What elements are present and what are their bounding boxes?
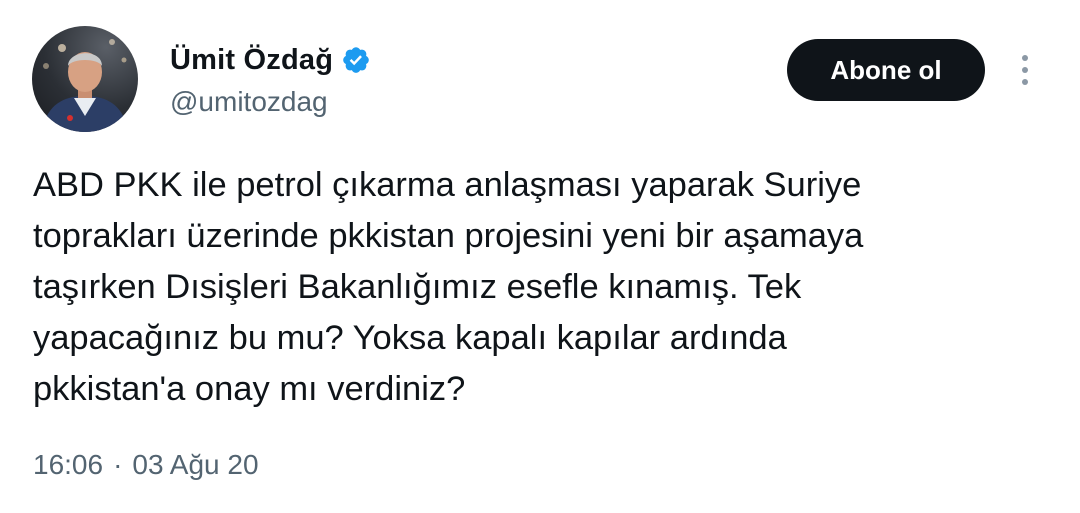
tweet-text: ABD PKK ile petrol çıkarma anlaşması yap… <box>33 166 864 408</box>
avatar[interactable] <box>32 26 138 132</box>
follow-button[interactable]: Abone ol <box>787 39 985 101</box>
user-handle[interactable]: @umitozdag <box>170 86 371 118</box>
timestamp-separator: · <box>113 449 123 480</box>
author-info: Ümit Özdağ @umitozdag <box>170 40 371 118</box>
more-options-button[interactable] <box>1010 50 1040 90</box>
name-row: Ümit Özdağ <box>170 40 371 80</box>
tweet-time[interactable]: 16:06 <box>33 449 103 481</box>
verified-badge-icon <box>341 45 371 75</box>
tweet-card: Ümit Özdağ @umitozdag Abone ol ABD PKK i… <box>0 0 1080 513</box>
tweet-timestamp: 16:06 · 03 Ağu 20 <box>33 449 259 481</box>
profile-photo-icon <box>42 39 128 132</box>
tweet-date[interactable]: 03 Ağu 20 <box>132 449 258 481</box>
display-name[interactable]: Ümit Özdağ <box>170 44 333 77</box>
more-vertical-icon <box>1022 55 1028 85</box>
